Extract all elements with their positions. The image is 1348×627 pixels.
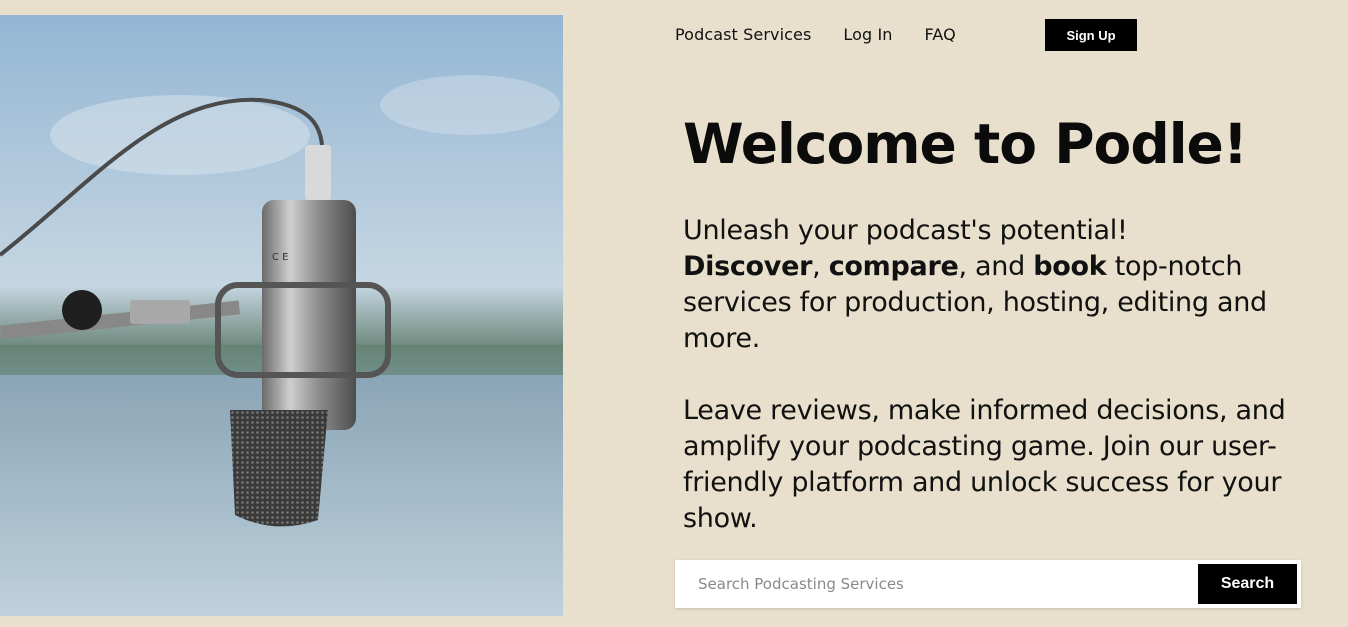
search-button[interactable]: Search — [1198, 564, 1297, 604]
secondary-paragraph: Leave reviews, make informed decisions, … — [683, 395, 1286, 534]
sign-up-button[interactable]: Sign Up — [1045, 19, 1137, 51]
intro-discover: Discover — [683, 251, 813, 282]
svg-text:C E: C E — [272, 252, 288, 263]
nav-faq[interactable]: FAQ — [925, 25, 956, 44]
microphone-illustration: C E — [0, 15, 563, 616]
nav-podcast-services[interactable]: Podcast Services — [675, 25, 811, 44]
intro-sep-1: , — [812, 251, 829, 282]
top-nav: Podcast Services Log In FAQ — [675, 25, 988, 44]
search-input[interactable] — [675, 560, 1197, 608]
hero-image-microphone: C E — [0, 15, 563, 616]
intro-line-1: Unleash your podcast's potential! — [683, 215, 1128, 246]
nav-log-in[interactable]: Log In — [843, 25, 892, 44]
intro-book: book — [1033, 251, 1107, 282]
intro-sep-2: , and — [958, 251, 1034, 282]
page-title: Welcome to Podle! — [683, 112, 1248, 176]
intro-compare: compare — [828, 251, 959, 282]
search-bar: Search — [675, 560, 1301, 608]
intro-paragraph: Unleash your podcast's potential! Discov… — [683, 213, 1313, 357]
